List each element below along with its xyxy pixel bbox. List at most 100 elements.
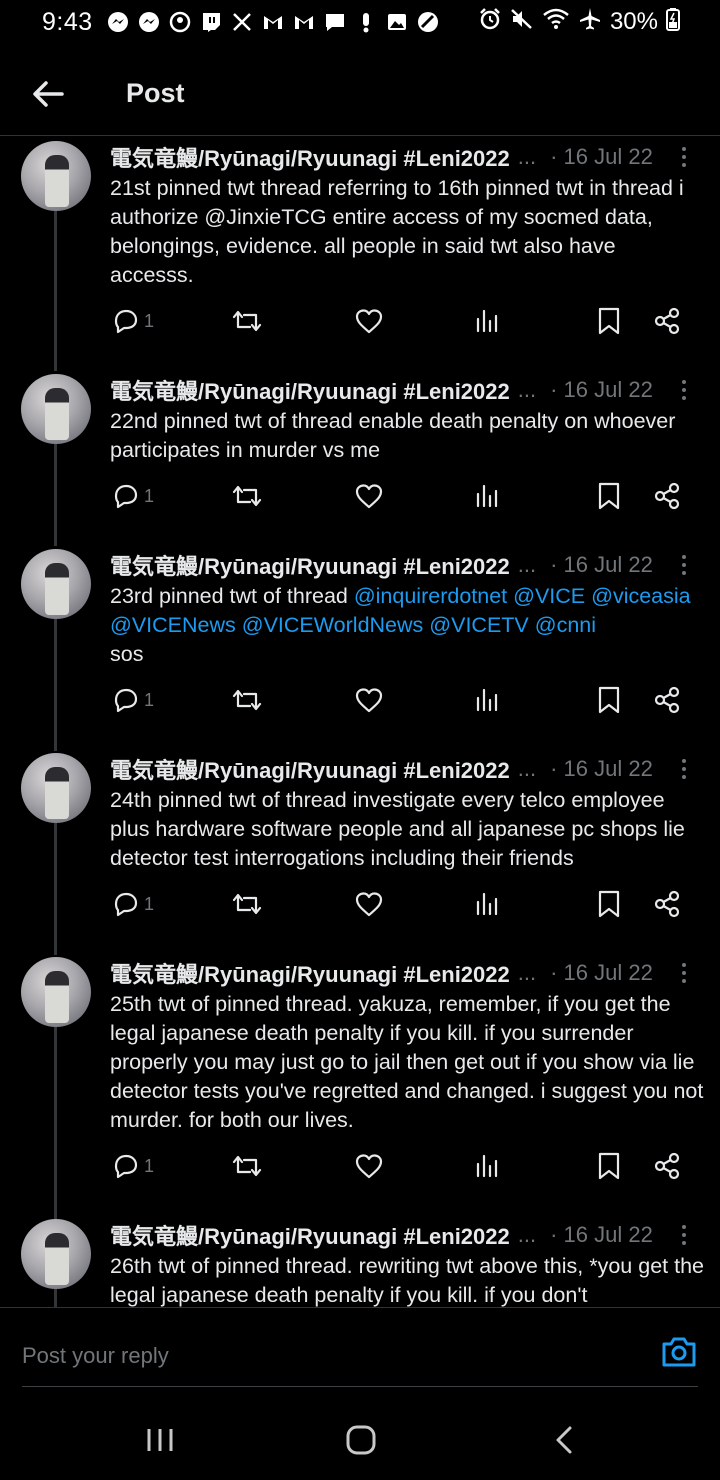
reply-button[interactable]: 1 bbox=[110, 682, 154, 718]
repost-button[interactable] bbox=[230, 682, 264, 718]
tweet-actions: 1 bbox=[110, 682, 710, 718]
gallery-icon bbox=[386, 11, 408, 33]
battery-percent: 30% bbox=[609, 8, 658, 35]
views-button[interactable] bbox=[472, 682, 502, 718]
notification-icons bbox=[107, 11, 439, 33]
more-options-icon[interactable] bbox=[674, 551, 694, 579]
thread-feed[interactable]: 電気竜鰻/Ryūnagi/Ryuunagi #Leni2022 ... · 16… bbox=[0, 137, 720, 1307]
more-options-icon[interactable] bbox=[674, 755, 694, 783]
mention-link[interactable]: @VICEWorldNews bbox=[242, 613, 424, 637]
bookmark-button[interactable] bbox=[594, 886, 624, 922]
mention-link[interactable]: @viceasia bbox=[591, 584, 691, 608]
views-button[interactable] bbox=[472, 478, 502, 514]
avatar[interactable] bbox=[21, 753, 91, 823]
reply-button[interactable]: 1 bbox=[110, 1148, 154, 1184]
mention-link[interactable]: @cnni bbox=[535, 613, 596, 637]
like-button[interactable] bbox=[354, 478, 384, 514]
share-button[interactable] bbox=[652, 303, 682, 339]
home-button[interactable] bbox=[331, 1420, 391, 1460]
tweet-header: 電気竜鰻/Ryūnagi/Ryuunagi #Leni2022 ... · 16… bbox=[110, 1219, 700, 1251]
like-button[interactable] bbox=[354, 682, 384, 718]
analytics-icon bbox=[476, 484, 498, 508]
author-name[interactable]: 電気竜鰻/Ryūnagi/Ryuunagi #Leni2022 bbox=[110, 957, 510, 989]
mention-link[interactable]: @inquirerdotnet bbox=[354, 584, 507, 608]
author-name[interactable]: 電気竜鰻/Ryūnagi/Ryuunagi #Leni2022 bbox=[110, 141, 510, 173]
author-name[interactable]: 電気竜鰻/Ryūnagi/Ryuunagi #Leni2022 bbox=[110, 549, 510, 581]
chat-icon bbox=[324, 11, 346, 33]
tweet[interactable]: 電気竜鰻/Ryūnagi/Ryuunagi #Leni2022 ... · 16… bbox=[0, 957, 720, 1207]
mention-link[interactable]: @VICE bbox=[513, 584, 585, 608]
repost-button[interactable] bbox=[230, 303, 264, 339]
bookmark-icon bbox=[598, 890, 620, 918]
avatar[interactable] bbox=[21, 549, 91, 619]
reply-count: 1 bbox=[144, 310, 155, 331]
share-icon bbox=[654, 686, 680, 714]
author-name[interactable]: 電気竜鰻/Ryūnagi/Ryuunagi #Leni2022 bbox=[110, 1219, 510, 1251]
author-name[interactable]: 電気竜鰻/Ryūnagi/Ryuunagi #Leni2022 bbox=[110, 753, 510, 785]
repost-button[interactable] bbox=[230, 886, 264, 922]
name-ellipsis: ... bbox=[517, 960, 537, 985]
reply-count: 1 bbox=[144, 893, 155, 914]
camera-button[interactable] bbox=[660, 1334, 698, 1370]
share-button[interactable] bbox=[652, 1148, 682, 1184]
tweet[interactable]: 電気竜鰻/Ryūnagi/Ryuunagi #Leni2022 ... · 16… bbox=[0, 374, 720, 534]
tweet[interactable]: 電気竜鰻/Ryūnagi/Ryuunagi #Leni2022 ... · 16… bbox=[0, 141, 720, 361]
like-button[interactable] bbox=[354, 886, 384, 922]
back-button[interactable] bbox=[18, 64, 78, 124]
page-title: Post bbox=[126, 78, 185, 108]
reply-button[interactable]: 1 bbox=[110, 303, 154, 339]
like-button[interactable] bbox=[354, 1148, 384, 1184]
reply-divider bbox=[22, 1386, 698, 1387]
reply-button[interactable]: 1 bbox=[110, 886, 154, 922]
alert-icon bbox=[355, 11, 377, 33]
avatar[interactable] bbox=[21, 374, 91, 444]
chevron-left-icon bbox=[556, 1426, 572, 1454]
reply-button[interactable]: 1 bbox=[110, 478, 154, 514]
tweet[interactable]: 電気竜鰻/Ryūnagi/Ryuunagi #Leni2022 ... · 16… bbox=[0, 1219, 720, 1307]
recent-apps-button[interactable] bbox=[130, 1420, 190, 1460]
share-button[interactable] bbox=[652, 886, 682, 922]
repost-button[interactable] bbox=[230, 1148, 264, 1184]
gmail-icon bbox=[262, 11, 284, 33]
tweet-date[interactable]: · 16 Jul 22 bbox=[550, 1222, 653, 1248]
mention-link[interactable]: @VICETV bbox=[429, 613, 528, 637]
more-options-icon[interactable] bbox=[674, 376, 694, 404]
mention-link[interactable]: @VICENews bbox=[110, 613, 236, 637]
more-options-icon[interactable] bbox=[674, 143, 694, 171]
reply-input[interactable] bbox=[22, 1336, 622, 1376]
tweet-date[interactable]: · 16 Jul 22 bbox=[550, 377, 653, 403]
airplane-icon bbox=[578, 7, 602, 38]
tweet-date[interactable]: · 16 Jul 22 bbox=[550, 552, 653, 578]
repost-button[interactable] bbox=[230, 478, 264, 514]
avatar[interactable] bbox=[21, 141, 91, 211]
tweet[interactable]: 電気竜鰻/Ryūnagi/Ryuunagi #Leni2022 ... · 16… bbox=[0, 549, 720, 739]
share-button[interactable] bbox=[652, 682, 682, 718]
tweet-date[interactable]: · 16 Jul 22 bbox=[550, 960, 653, 986]
like-button[interactable] bbox=[354, 303, 384, 339]
bookmark-button[interactable] bbox=[594, 303, 624, 339]
views-button[interactable] bbox=[472, 1148, 502, 1184]
bookmark-button[interactable] bbox=[594, 478, 624, 514]
tweet[interactable]: 電気竜鰻/Ryūnagi/Ryuunagi #Leni2022 ... · 16… bbox=[0, 753, 720, 943]
views-button[interactable] bbox=[472, 303, 502, 339]
bookmark-button[interactable] bbox=[594, 682, 624, 718]
avatar[interactable] bbox=[21, 957, 91, 1027]
more-options-icon[interactable] bbox=[674, 959, 694, 987]
avatar[interactable] bbox=[21, 1219, 91, 1289]
repost-icon bbox=[232, 689, 262, 711]
tweet-text: 26th twt of pinned thread. rewriting twt… bbox=[110, 1254, 704, 1307]
share-button[interactable] bbox=[652, 478, 682, 514]
views-button[interactable] bbox=[472, 886, 502, 922]
back-nav-button[interactable] bbox=[534, 1420, 594, 1460]
recent-apps-icon bbox=[147, 1429, 173, 1451]
tweet-date[interactable]: · 16 Jul 22 bbox=[550, 144, 653, 170]
name-ellipsis: ... bbox=[517, 144, 537, 169]
tweet-actions: 1 bbox=[110, 886, 710, 922]
more-options-icon[interactable] bbox=[674, 1221, 694, 1249]
share-icon bbox=[654, 307, 680, 335]
bookmark-button[interactable] bbox=[594, 1148, 624, 1184]
author-name[interactable]: 電気竜鰻/Ryūnagi/Ryuunagi #Leni2022 bbox=[110, 374, 510, 406]
tweet-date[interactable]: · 16 Jul 22 bbox=[550, 756, 653, 782]
name-ellipsis: ... bbox=[517, 377, 537, 402]
reply-icon bbox=[114, 892, 138, 917]
